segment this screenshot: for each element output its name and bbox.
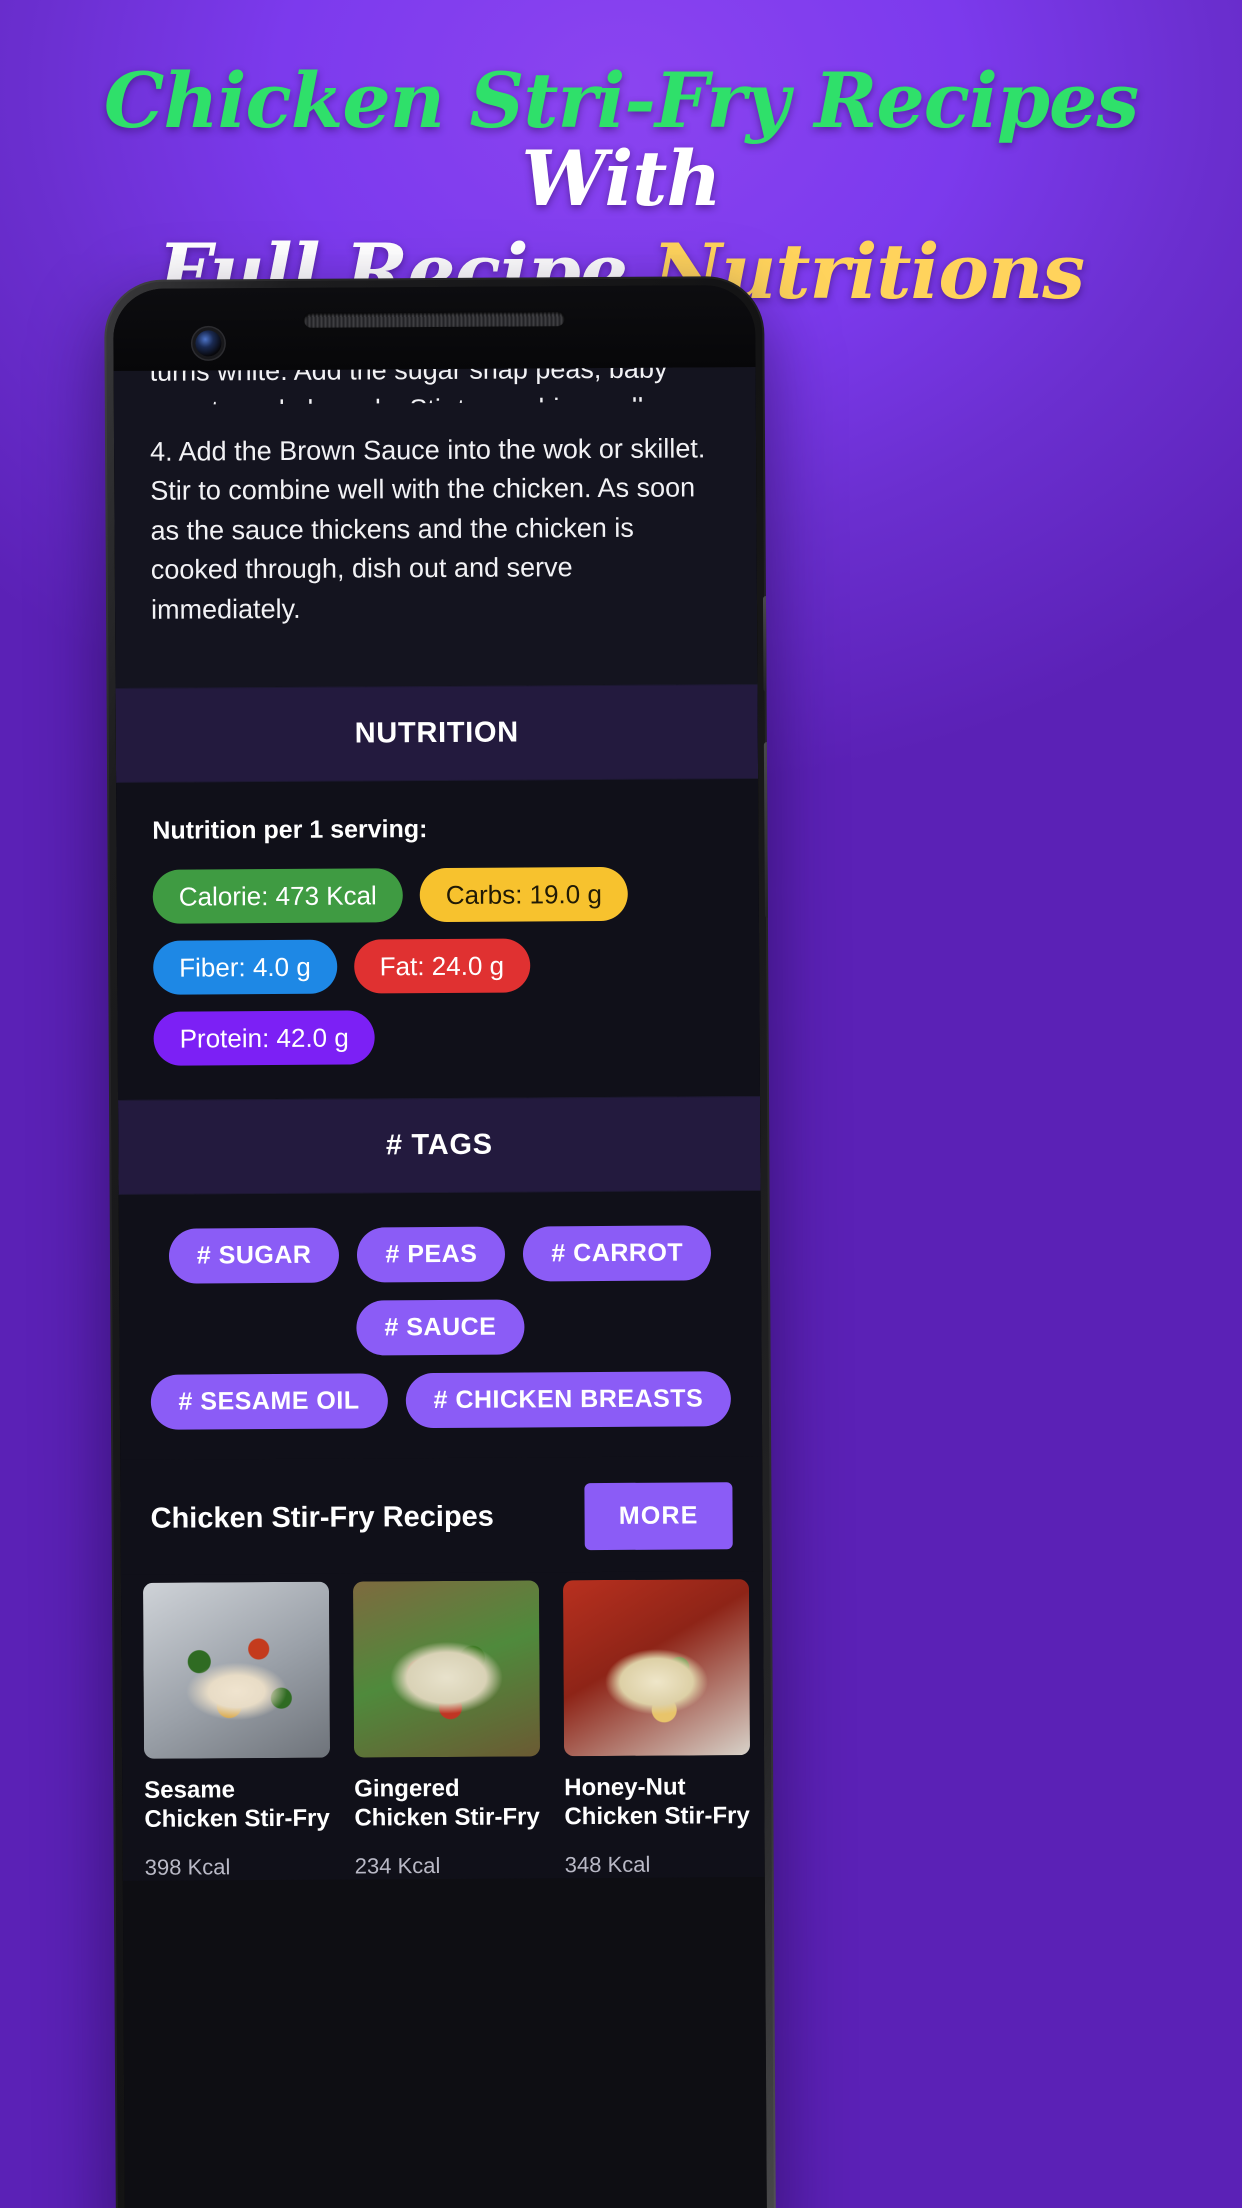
phone-power-button[interactable] xyxy=(762,595,770,693)
recipe-card-image xyxy=(352,1580,541,1758)
related-recipes-title: Chicken Stir-Fry Recipes xyxy=(150,1500,494,1535)
nutrition-chip: Carbs: 19.0 g xyxy=(419,866,629,923)
recipe-card-image xyxy=(562,1579,751,1757)
tags-section: # SUGAR # PEAS # CARROT # SAUCE # SESAME OI… xyxy=(118,1191,763,1460)
headline-line-1: Chicken Stri-Fry Recipes With xyxy=(0,62,1242,217)
nutrition-band-title: NUTRITION xyxy=(354,716,519,750)
recipe-card-title: Honey-Nut Chicken Stir-Fry xyxy=(564,1773,750,1831)
headline-green-text: Chicken Stri-Fry Recipes xyxy=(103,56,1139,145)
phone-top-bezel xyxy=(113,285,756,371)
recipe-card-list: Sesame Chicken Stir-Fry 398 Kcal Gingered … xyxy=(120,1571,765,1881)
front-camera-icon xyxy=(195,330,222,357)
recipe-card-image xyxy=(142,1581,331,1759)
phone-body: turns white. Add the sugar snap peas, ba… xyxy=(113,285,767,2208)
earpiece-speaker-icon xyxy=(304,312,565,328)
instructions-section: turns white. Add the sugar snap peas, ba… xyxy=(113,367,758,689)
nutrition-chip: Calorie: 473 Kcal xyxy=(152,868,403,924)
tag-row-2: # SESAME OIL # CHICKEN BREASTS xyxy=(150,1371,732,1430)
nutrition-band: NUTRITION xyxy=(115,684,759,784)
nutrition-chip: Fiber: 4.0 g xyxy=(153,939,337,995)
recipe-card-kcal: 348 Kcal xyxy=(564,1851,651,1877)
nutrition-chip-list: Calorie: 473 Kcal Carbs: 19.0 g Fiber: 4.0… xyxy=(152,866,724,1066)
nutrition-section: Nutrition per 1 serving: Calorie: 473 Kc… xyxy=(116,779,761,1100)
instruction-step-4: 4. Add the Brown Sauce into the wok or s… xyxy=(149,433,706,625)
phone-mockup: turns white. Add the sugar snap peas, ba… xyxy=(104,276,776,2208)
tag-chip[interactable]: # SAUCE xyxy=(356,1299,525,1356)
nutrition-chip: Protein: 42.0 g xyxy=(153,1010,375,1066)
nutrition-serving-label: Nutrition per 1 serving: xyxy=(152,815,428,845)
phone-volume-button[interactable] xyxy=(763,741,771,919)
instruction-partial-text: turns white. Add the sugar snap peas, ba… xyxy=(149,367,668,405)
more-button[interactable]: MORE xyxy=(584,1482,733,1551)
related-recipes-header: Chicken Stir-Fry Recipes MORE xyxy=(120,1456,763,1575)
recipe-card-kcal: 398 Kcal xyxy=(144,1853,231,1880)
tag-chip[interactable]: # CARROT xyxy=(523,1225,712,1282)
poster-headline: Chicken Stri-Fry Recipes With Full Recip… xyxy=(0,62,1242,311)
tag-row-1: # SUGAR # PEAS # CARROT # SAUCE xyxy=(149,1225,732,1357)
poster-canvas: Chicken Stri-Fry Recipes With Full Recip… xyxy=(0,0,1242,2208)
recipe-card-title: Gingered Chicken Stir-Fry xyxy=(354,1774,540,1832)
tags-band: # TAGS xyxy=(118,1096,761,1195)
app-screen: turns white. Add the sugar snap peas, ba… xyxy=(113,367,767,2208)
recipe-card[interactable]: Honey-Nut Chicken Stir-Fry 348 Kcal xyxy=(562,1579,751,1878)
recipe-card-title: Sesame Chicken Stir-Fry xyxy=(144,1776,330,1833)
tag-chip[interactable]: # SUGAR xyxy=(168,1227,340,1284)
nutrition-chip: Fat: 24.0 g xyxy=(353,938,531,994)
tag-chip[interactable]: # PEAS xyxy=(357,1226,506,1283)
headline-with-text: With xyxy=(521,133,721,223)
recipe-card[interactable]: Gingered Chicken Stir-Fry 234 Kcal xyxy=(352,1580,541,1879)
tag-chip[interactable]: # CHICKEN BREASTS xyxy=(405,1371,732,1429)
tag-chip[interactable]: # SESAME OIL xyxy=(150,1373,388,1430)
recipe-card[interactable]: Sesame Chicken Stir-Fry 398 Kcal xyxy=(142,1581,331,1881)
recipe-card-kcal: 234 Kcal xyxy=(354,1852,441,1879)
tags-band-title: # TAGS xyxy=(385,1128,493,1162)
